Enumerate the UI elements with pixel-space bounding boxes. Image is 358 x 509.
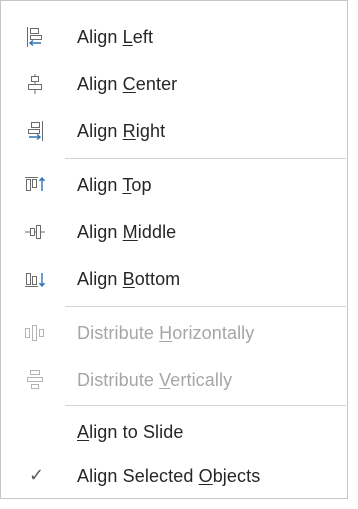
align-middle-icon: [25, 225, 45, 239]
menu-item-align-center[interactable]: Align Center: [1, 61, 347, 107]
align-menu: Align Left Align Center Align Right Alig…: [0, 0, 348, 499]
menu-item-align-top[interactable]: Align Top: [1, 162, 347, 208]
distribute-horizontally-label: Distribute Horizontally: [77, 323, 255, 343]
align-center-label: Align Center: [77, 74, 178, 94]
menu-item-align-to-slide[interactable]: Align to Slide: [1, 409, 347, 455]
distribute-vertically-icon: [27, 370, 43, 389]
separator: [65, 158, 346, 159]
menu-item-align-right[interactable]: Align Right: [1, 108, 347, 154]
distribute-horizontally-icon: [25, 325, 44, 341]
menu-item-align-left[interactable]: Align Left: [1, 14, 347, 60]
menu-item-align-selected-objects[interactable]: ✓ Align Selected Objects: [1, 453, 347, 499]
align-bottom-icon: [25, 273, 46, 288]
align-top-icon: [25, 176, 46, 191]
align-left-icon: [27, 27, 42, 47]
menu-item-distribute-horizontally: Distribute Horizontally: [1, 310, 347, 356]
distribute-vertically-label: Distribute Vertically: [77, 370, 233, 390]
align-right-icon: [28, 121, 43, 141]
align-middle-label: Align Middle: [77, 222, 177, 242]
align-bottom-label: Align Bottom: [77, 269, 181, 289]
align-right-label: Align Right: [77, 121, 166, 141]
checkmark-icon: ✓: [29, 465, 45, 485]
align-selected-objects-label: Align Selected Objects: [77, 466, 261, 486]
align-top-label: Align Top: [77, 175, 152, 195]
separator: [65, 306, 346, 307]
align-left-label: Align Left: [77, 27, 154, 47]
align-center-icon: [28, 74, 42, 94]
separator: [65, 405, 346, 406]
menu-item-align-middle[interactable]: Align Middle: [1, 209, 347, 255]
menu-item-distribute-vertically: Distribute Vertically: [1, 357, 347, 403]
align-to-slide-label: Align to Slide: [77, 422, 184, 442]
menu-item-align-bottom[interactable]: Align Bottom: [1, 256, 347, 302]
